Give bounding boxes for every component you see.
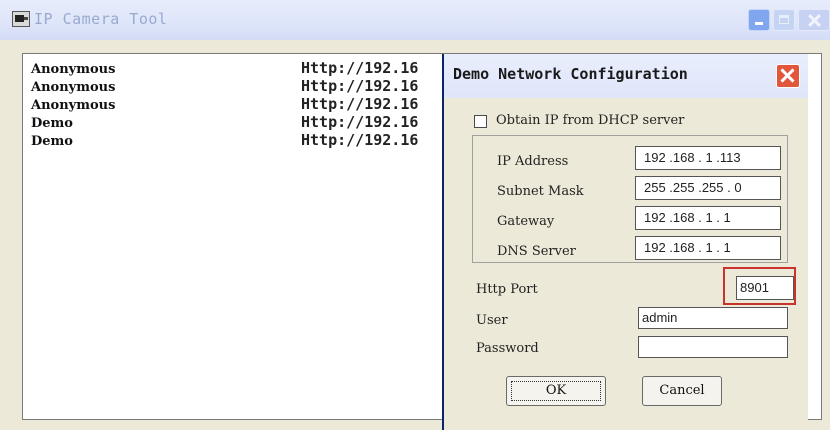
ip-camera-tool-window: IP Camera Tool Anonymous Http://192.16 A… xyxy=(0,0,830,430)
gateway-label: Gateway xyxy=(497,214,555,229)
dhcp-checkbox[interactable] xyxy=(474,115,487,128)
device-name: Anonymous xyxy=(31,80,116,95)
device-name: Demo xyxy=(31,134,73,149)
dns-server-field[interactable]: 192 .168 . 1 . 1 xyxy=(635,236,781,260)
subnet-mask-label: Subnet Mask xyxy=(497,184,584,199)
device-url: Http://192.16 xyxy=(301,131,419,149)
http-port-label: Http Port xyxy=(476,282,538,297)
device-url: Http://192.16 xyxy=(301,59,419,77)
maximize-button[interactable] xyxy=(773,9,795,31)
dns-server-label: DNS Server xyxy=(497,244,576,259)
gateway-field[interactable]: 192 .168 . 1 . 1 xyxy=(635,206,781,230)
camera-app-icon xyxy=(12,11,30,27)
http-port-field[interactable]: 8901 xyxy=(736,276,794,300)
focus-ring xyxy=(511,381,601,401)
ip-address-field[interactable]: 192 .168 . 1 .113 xyxy=(635,146,781,170)
device-name: Demo xyxy=(31,116,73,131)
subnet-mask-row: Subnet Mask 255 .255 .255 . 0 xyxy=(473,176,789,204)
ok-button[interactable]: OK xyxy=(506,376,606,406)
cancel-label: Cancel xyxy=(659,383,705,398)
dialog-title: Demo Network Configuration xyxy=(453,65,688,83)
device-url: Http://192.16 xyxy=(301,95,419,113)
dns-server-row: DNS Server 192 .168 . 1 . 1 xyxy=(473,236,789,264)
dhcp-label: Obtain IP from DHCP server xyxy=(496,113,685,128)
network-config-dialog: Demo Network Configuration Obtain IP fro… xyxy=(442,54,808,430)
minimize-button[interactable] xyxy=(748,9,770,31)
user-field[interactable]: admin xyxy=(638,307,788,329)
subnet-mask-field[interactable]: 255 .255 .255 . 0 xyxy=(635,176,781,200)
dialog-title-bar[interactable]: Demo Network Configuration xyxy=(444,54,808,98)
user-label: User xyxy=(476,313,508,328)
device-name: Anonymous xyxy=(31,98,116,113)
password-field[interactable] xyxy=(638,336,788,358)
close-button[interactable] xyxy=(798,9,830,31)
cancel-button[interactable]: Cancel xyxy=(642,376,722,406)
device-url: Http://192.16 xyxy=(301,113,419,131)
device-url: Http://192.16 xyxy=(301,77,419,95)
ip-address-label: IP Address xyxy=(497,154,569,169)
ip-address-row: IP Address 192 .168 . 1 .113 xyxy=(473,146,789,174)
window-title: IP Camera Tool xyxy=(34,10,168,28)
password-label: Password xyxy=(476,341,539,356)
ip-settings-group: IP Address 192 .168 . 1 .113 Subnet Mask… xyxy=(472,135,788,263)
gateway-row: Gateway 192 .168 . 1 . 1 xyxy=(473,206,789,234)
device-name: Anonymous xyxy=(31,62,116,77)
dialog-close-button[interactable] xyxy=(776,64,800,88)
title-bar[interactable]: IP Camera Tool xyxy=(0,0,830,40)
